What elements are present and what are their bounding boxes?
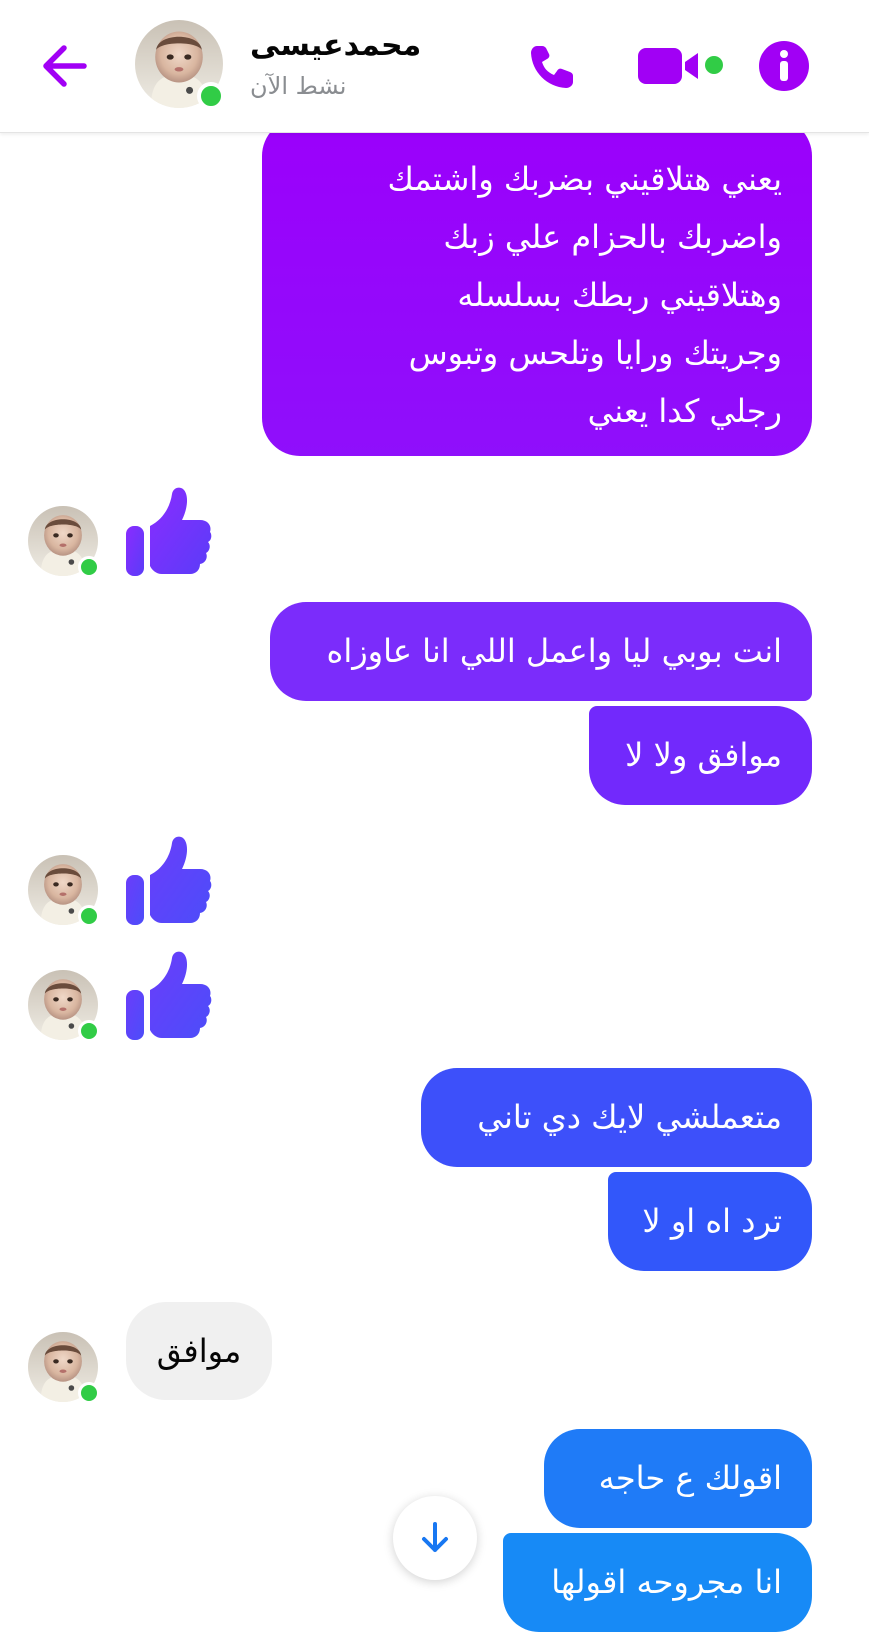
online-indicator [78, 905, 100, 927]
online-indicator [78, 1020, 100, 1042]
conversation-header: محمدعيسى نشط الآن [0, 0, 869, 133]
message-text: موافق ولا لا [625, 736, 782, 774]
message-text: اقولك ع حاجه [598, 1459, 782, 1497]
contact-avatar[interactable] [28, 1332, 100, 1404]
message-text: ترد اه او لا [642, 1202, 782, 1240]
contact-avatar[interactable] [135, 20, 225, 110]
outgoing-message-bubble[interactable]: يعني هتلاقيني بضربك واشتمك واضربك بالحزا… [262, 118, 812, 456]
message-line: رجلي كدا يعني [587, 392, 782, 430]
video-camera-icon[interactable] [638, 42, 706, 90]
back-arrow-icon[interactable] [38, 38, 94, 94]
contact-avatar[interactable] [28, 855, 100, 927]
message-line: واضربك بالحزام علي زبك [443, 218, 782, 256]
info-icon[interactable] [758, 40, 810, 92]
chat-area: يعني هتلاقيني بضربك واشتمك واضربك بالحزا… [0, 0, 869, 1632]
message-text: متعملشي لايك دي تاني [477, 1098, 782, 1136]
outgoing-message-bubble[interactable]: ترد اه او لا [608, 1172, 812, 1271]
message-text: انا مجروحه اقولها [551, 1563, 782, 1601]
outgoing-message-bubble[interactable]: متعملشي لايك دي تاني [421, 1068, 812, 1167]
thumbs-up-icon[interactable] [126, 950, 212, 1042]
active-status: نشط الآن [250, 72, 347, 100]
message-text: انت بوبي ليا واعمل اللي انا عاوزاه [326, 632, 782, 670]
message-line: وجريتك ورايا وتلحس وتبوس [408, 334, 782, 372]
outgoing-message-bubble[interactable]: اقولك ع حاجه [544, 1429, 812, 1528]
online-indicator [197, 82, 225, 110]
outgoing-message-bubble[interactable]: موافق ولا لا [589, 706, 812, 805]
contact-name[interactable]: محمدعيسى [250, 28, 421, 63]
arrow-down-icon [422, 1522, 448, 1552]
contact-avatar[interactable] [28, 970, 100, 1042]
online-indicator [705, 56, 723, 74]
message-line: وهتلاقيني ربطك بسلسله [457, 276, 782, 314]
message-text: موافق [156, 1332, 242, 1370]
incoming-message-bubble[interactable]: موافق [126, 1302, 272, 1400]
outgoing-message-bubble[interactable]: انا مجروحه اقولها [503, 1533, 812, 1632]
thumbs-up-icon[interactable] [126, 835, 212, 927]
online-indicator [78, 1382, 100, 1404]
thumbs-up-icon[interactable] [126, 486, 212, 578]
phone-icon[interactable] [525, 40, 579, 94]
outgoing-message-bubble[interactable]: انت بوبي ليا واعمل اللي انا عاوزاه [270, 602, 812, 701]
scroll-to-bottom-button[interactable] [393, 1496, 477, 1580]
message-line: يعني هتلاقيني بضربك واشتمك [387, 160, 782, 198]
contact-avatar[interactable] [28, 506, 100, 578]
online-indicator [78, 556, 100, 578]
